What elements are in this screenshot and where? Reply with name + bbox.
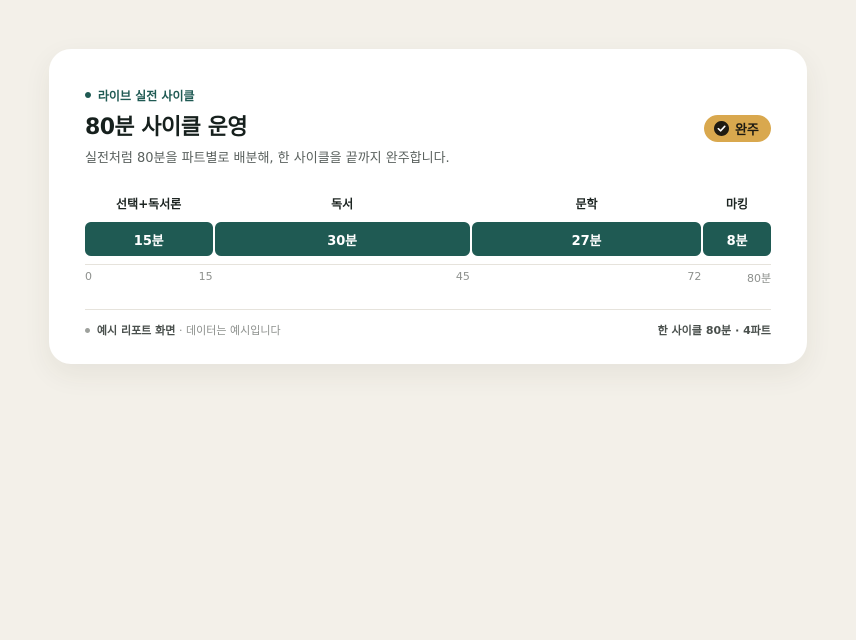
timeline-segment: 27분 [471,222,702,256]
description: 실전처럼 80분을 파트별로 배분해, 한 사이클을 끝까지 완주합니다. [85,151,450,166]
divider [85,309,771,310]
footer-summary: 한 사이클 80분 · 4파트 [657,324,771,337]
status-badge-label: 완주 [735,123,759,138]
footer-note: 예시 리포트 화면 · 데이터는 예시입니다 [85,322,281,338]
timeline-segment: 30분 [214,222,470,256]
cycle-card: 라이브 실전 사이클 80분 사이클 운영 완주 실전처럼 80분을 파트별로 … [49,49,807,364]
eyebrow-dot-icon [85,92,91,98]
segment-label: 마킹 [726,197,749,211]
eyebrow-label: 라이브 실전 사이클 [98,88,195,103]
segment-labels: 선택+독서론 독서 문학 마킹 [85,195,771,213]
segment-label: 문학 [575,197,598,211]
axis-tick: 0 [85,270,92,283]
check-circle-icon [714,121,730,136]
segment-label: 선택+독서론 [116,197,182,211]
timeline-segment: 15분 [85,222,213,256]
page-title: 80분 사이클 운영 [85,115,248,140]
footer-label-note: · 데이터는 예시입니다 [175,324,281,337]
axis-tick: 72 [687,270,702,283]
status-badge: 완주 [704,115,771,142]
axis-ticks: 0 15 45 72 80분 [85,270,771,286]
segment-label: 독서 [331,197,354,211]
footer-label-strong: 예시 리포트 화면 [97,324,176,337]
timeline-bar: 15분 30분 27분 8분 [85,222,771,256]
timeline-segment: 8분 [703,222,771,256]
axis-tick: 15 [198,270,213,283]
footer-dot-icon [85,327,90,333]
axis-tick: 80분 [747,272,772,285]
axis-line [85,264,771,265]
axis-tick: 45 [455,270,470,283]
eyebrow: 라이브 실전 사이클 [85,87,195,103]
